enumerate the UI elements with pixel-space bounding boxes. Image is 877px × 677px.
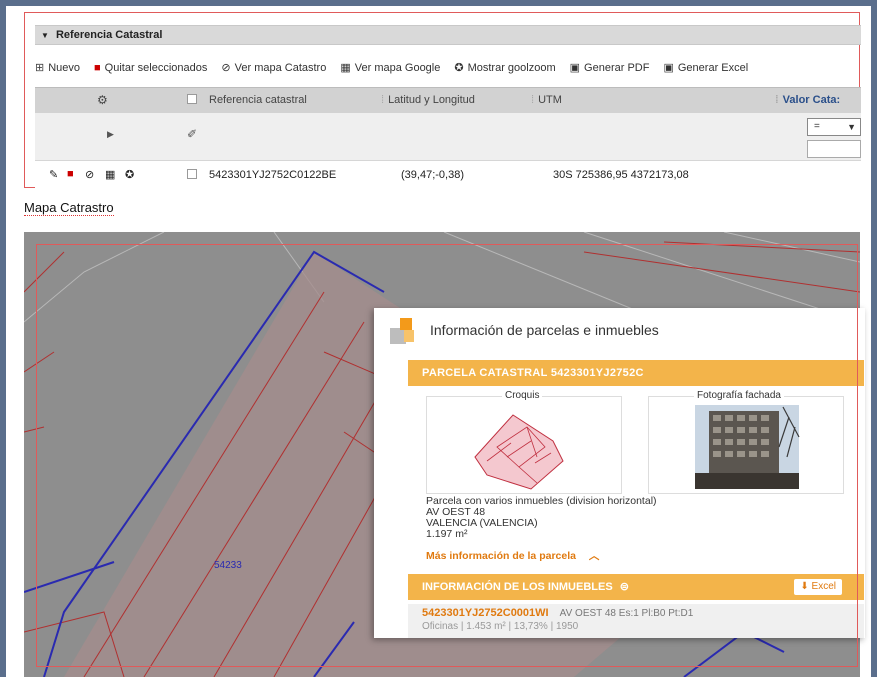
panel-title: Referencia Catastral [55, 29, 163, 41]
mostrar-goolzoom-button[interactable]: ✪ Mostrar goolzoom [454, 62, 555, 74]
column-separator: ⁞ [381, 94, 385, 106]
play-icon[interactable]: ▶ [107, 129, 114, 140]
chevron-up-icon: ︿ [588, 550, 600, 562]
ver-mapa-google-label: Ver mapa Google [354, 62, 441, 74]
desc-line: 1.197 m² [426, 528, 468, 540]
parcel-number-label: 54233 [214, 560, 242, 571]
column-valor-label: Valor Cata: [782, 94, 841, 106]
table-row[interactable]: ✎ ■ ⊘ ▦ ✪ 5423301YJ2752C0122BE (39,47;-0… [35, 161, 861, 189]
settings-gear-icon[interactable]: ⚙ [97, 93, 108, 107]
ver-mapa-catastro-button[interactable]: ⊘ Ver mapa Catastro [221, 62, 326, 74]
grid-filter-row: ▶ ✐ = ▼ [35, 113, 861, 161]
foto-fachada-box[interactable] [648, 396, 844, 494]
excel-button-label: Excel [811, 581, 836, 592]
mostrar-goolzoom-label: Mostrar goolzoom [467, 62, 556, 74]
operator-select[interactable]: = ▼ [807, 118, 861, 136]
sede-catastro-logo-icon [390, 318, 414, 344]
column-latlon[interactable]: ⁞ Latitud y Longitud [381, 94, 475, 106]
generar-pdf-button[interactable]: ▣ Generar PDF [570, 62, 650, 74]
column-latlon-label: Latitud y Longitud [388, 94, 475, 106]
goolzoom-icon: ✪ [454, 61, 464, 74]
inmuebles-header: INFORMACIÓN DE LOS INMUEBLES ⊜ ⬇ Excel [408, 574, 864, 600]
croquis-sketch [474, 414, 564, 490]
quitar-label: Quitar seleccionados [104, 62, 208, 74]
column-separator: ⁞ [775, 94, 779, 106]
cell-referencia: 5423301YJ2752C0122BE [209, 169, 337, 181]
ver-mapa-catastro-label: Ver mapa Catastro [234, 62, 327, 74]
inmuebles-header-label: INFORMACIÓN DE LOS INMUEBLES [422, 581, 613, 593]
fachada-photo [695, 405, 800, 489]
valor-filter-input[interactable] [807, 140, 861, 158]
operator-value: = [814, 121, 820, 132]
column-referencia[interactable]: Referencia catastral [209, 94, 307, 106]
row-catastro-icon[interactable]: ⊘ [85, 168, 94, 181]
trash-icon: ■ [94, 61, 101, 74]
download-icon: ⬇ [800, 581, 809, 592]
pdf-icon: ▣ [569, 61, 581, 74]
row-checkbox[interactable] [187, 169, 197, 182]
inmueble-address: AV OEST 48 Es:1 Pl:B0 Pt:D1 [559, 608, 694, 619]
checkbox-icon [187, 169, 197, 179]
generar-excel-button[interactable]: ▣ Generar Excel [663, 62, 748, 74]
parcel-info-popup: Información de parcelas e inmuebles PARC… [374, 308, 865, 638]
info-bubble-icon: ⊜ [619, 581, 629, 593]
row-map-icon[interactable]: ▦ [105, 168, 115, 181]
column-separator: ⁞ [531, 94, 535, 106]
inmueble-row[interactable]: 5423301YJ2752C0001WI AV OEST 48 Es:1 Pl:… [408, 604, 864, 638]
eraser-icon[interactable]: ✐ [187, 127, 197, 141]
column-utm[interactable]: ⁞ UTM [531, 94, 562, 106]
row-goolzoom-icon[interactable]: ✪ [125, 168, 134, 181]
delete-trash-icon[interactable]: ■ [67, 168, 74, 180]
croquis-label: Croquis [502, 390, 543, 401]
croquis-box[interactable] [426, 396, 622, 494]
inmueble-meta: Oficinas | 1.453 m² | 13,73% | 1950 [422, 621, 579, 632]
cell-utm: 30S 725386,95 4372173,08 [553, 169, 689, 181]
generar-pdf-label: Generar PDF [584, 62, 650, 74]
nuevo-label: Nuevo [48, 62, 81, 74]
mas-informacion-label: Más información de la parcela [426, 550, 576, 562]
column-utm-label: UTM [538, 94, 562, 106]
parcel-description: Parcela con varios inmuebles (division h… [426, 496, 657, 540]
mas-informacion-link[interactable]: Más información de la parcela ︿ [426, 548, 599, 563]
ver-mapa-google-button[interactable]: ▦ Ver mapa Google [340, 62, 440, 74]
inmueble-ref-link[interactable]: 5423301YJ2752C0001WI [422, 607, 549, 619]
generar-excel-label: Generar Excel [677, 62, 749, 74]
column-valor[interactable]: ⁞ Valor Cata: [775, 94, 840, 106]
catastro-icon: ⊘ [221, 61, 231, 74]
nuevo-button[interactable]: ⊞ Nuevo [35, 62, 80, 74]
map-title-text: Mapa Catrastro [24, 200, 114, 216]
map-icon: ▦ [340, 61, 351, 74]
chevron-down-icon: ▼ [847, 122, 856, 132]
foto-fachada-label: Fotografía fachada [694, 390, 784, 401]
quitar-seleccionados-button[interactable]: ■ Quitar seleccionados [94, 62, 207, 74]
excel-icon: ▣ [663, 61, 674, 74]
edit-pencil-icon[interactable]: ✎ [49, 168, 58, 181]
select-all-checkbox[interactable] [187, 94, 197, 107]
parcela-header: PARCELA CATASTRAL 5423301YJ2752C [408, 360, 864, 386]
collapse-caret-icon[interactable]: ▼ [41, 31, 49, 40]
checkbox-icon [187, 94, 197, 104]
add-icon: ⊞ [35, 61, 45, 74]
popup-title: Información de parcelas e inmuebles [430, 322, 659, 338]
map-section-title: Mapa Catrastro [24, 200, 114, 216]
cell-latlon: (39,47;-0,38) [401, 169, 464, 181]
grid-header: ⚙ Referencia catastral ⁞ Latitud y Longit… [35, 87, 861, 113]
referencia-catastral-panel: ▼ Referencia Catastral ⊞ Nuevo ■ Quitar … [24, 12, 861, 189]
excel-download-button[interactable]: ⬇ Excel [794, 579, 842, 595]
panel-header[interactable]: ▼ Referencia Catastral [35, 25, 861, 45]
toolbar: ⊞ Nuevo ■ Quitar seleccionados ⊘ Ver map… [35, 59, 861, 77]
